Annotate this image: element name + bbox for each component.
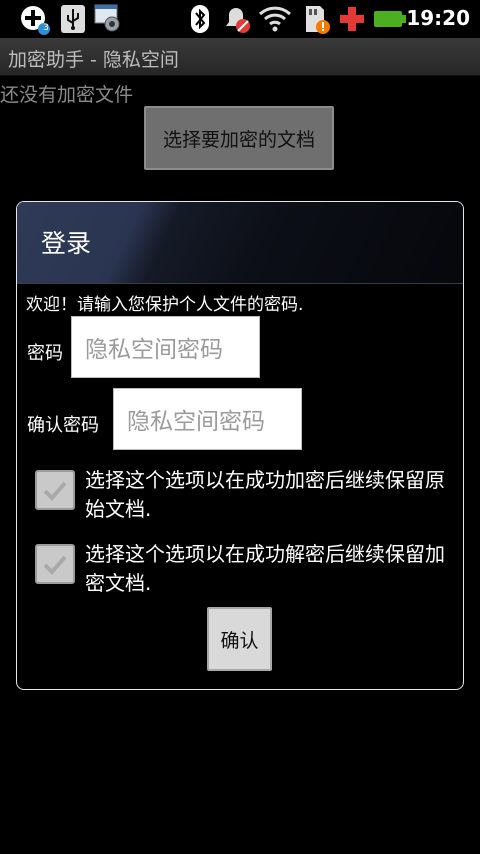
battery-icon bbox=[373, 4, 407, 34]
password-label: 密码 bbox=[27, 343, 63, 364]
wifi-icon bbox=[258, 4, 292, 34]
usb-icon bbox=[60, 4, 86, 34]
bluetooth-icon bbox=[190, 4, 210, 34]
status-bar: 3 19:20 bbox=[0, 0, 480, 38]
checkmark-icon bbox=[43, 481, 67, 501]
sd-card-alert-icon bbox=[302, 4, 334, 34]
keep-encrypted-checkbox[interactable] bbox=[35, 544, 75, 584]
keep-original-checkbox[interactable] bbox=[35, 470, 75, 510]
confirm-button[interactable]: 确认 bbox=[207, 607, 272, 671]
red-cross-icon bbox=[338, 4, 366, 34]
keep-original-label: 选择这个选项以在成功加密后继续保留原始文档. bbox=[85, 468, 445, 521]
app-title-bar: 加密助手 - 隐私空间 bbox=[0, 38, 480, 76]
dialog-title: 登录 bbox=[41, 229, 92, 258]
notification-badge: 3 bbox=[43, 23, 49, 33]
keep-encrypted-option[interactable]: 选择这个选项以在成功解密后继续保留加密文档. bbox=[35, 540, 455, 602]
confirm-password-label: 确认密码 bbox=[27, 415, 99, 436]
status-time: 19:20 bbox=[406, 6, 470, 30]
select-document-button[interactable]: 选择要加密的文档 bbox=[144, 106, 334, 170]
welcome-message: 欢迎！请输入您保护个人文件的密码. bbox=[26, 295, 304, 315]
page-title: 加密助手 - 隐私空间 bbox=[8, 49, 179, 71]
keep-original-option[interactable]: 选择这个选项以在成功加密后继续保留原始文档. bbox=[35, 466, 455, 528]
keep-encrypted-label: 选择这个选项以在成功解密后继续保留加密文档. bbox=[85, 542, 445, 595]
confirm-password-input[interactable]: 隐私空间密码 bbox=[113, 388, 302, 450]
login-dialog: 登录 欢迎！请输入您保护个人文件的密码. 密码 隐私空间密码 确认密码 隐私空间… bbox=[16, 201, 464, 690]
settings-app-icon bbox=[94, 4, 124, 34]
checkmark-icon bbox=[43, 555, 67, 575]
alarm-muted-icon bbox=[221, 4, 253, 34]
password-input[interactable]: 隐私空间密码 bbox=[71, 316, 260, 378]
empty-state-label: 还没有加密文件 bbox=[0, 84, 134, 106]
dialog-header: 登录 bbox=[17, 202, 463, 284]
